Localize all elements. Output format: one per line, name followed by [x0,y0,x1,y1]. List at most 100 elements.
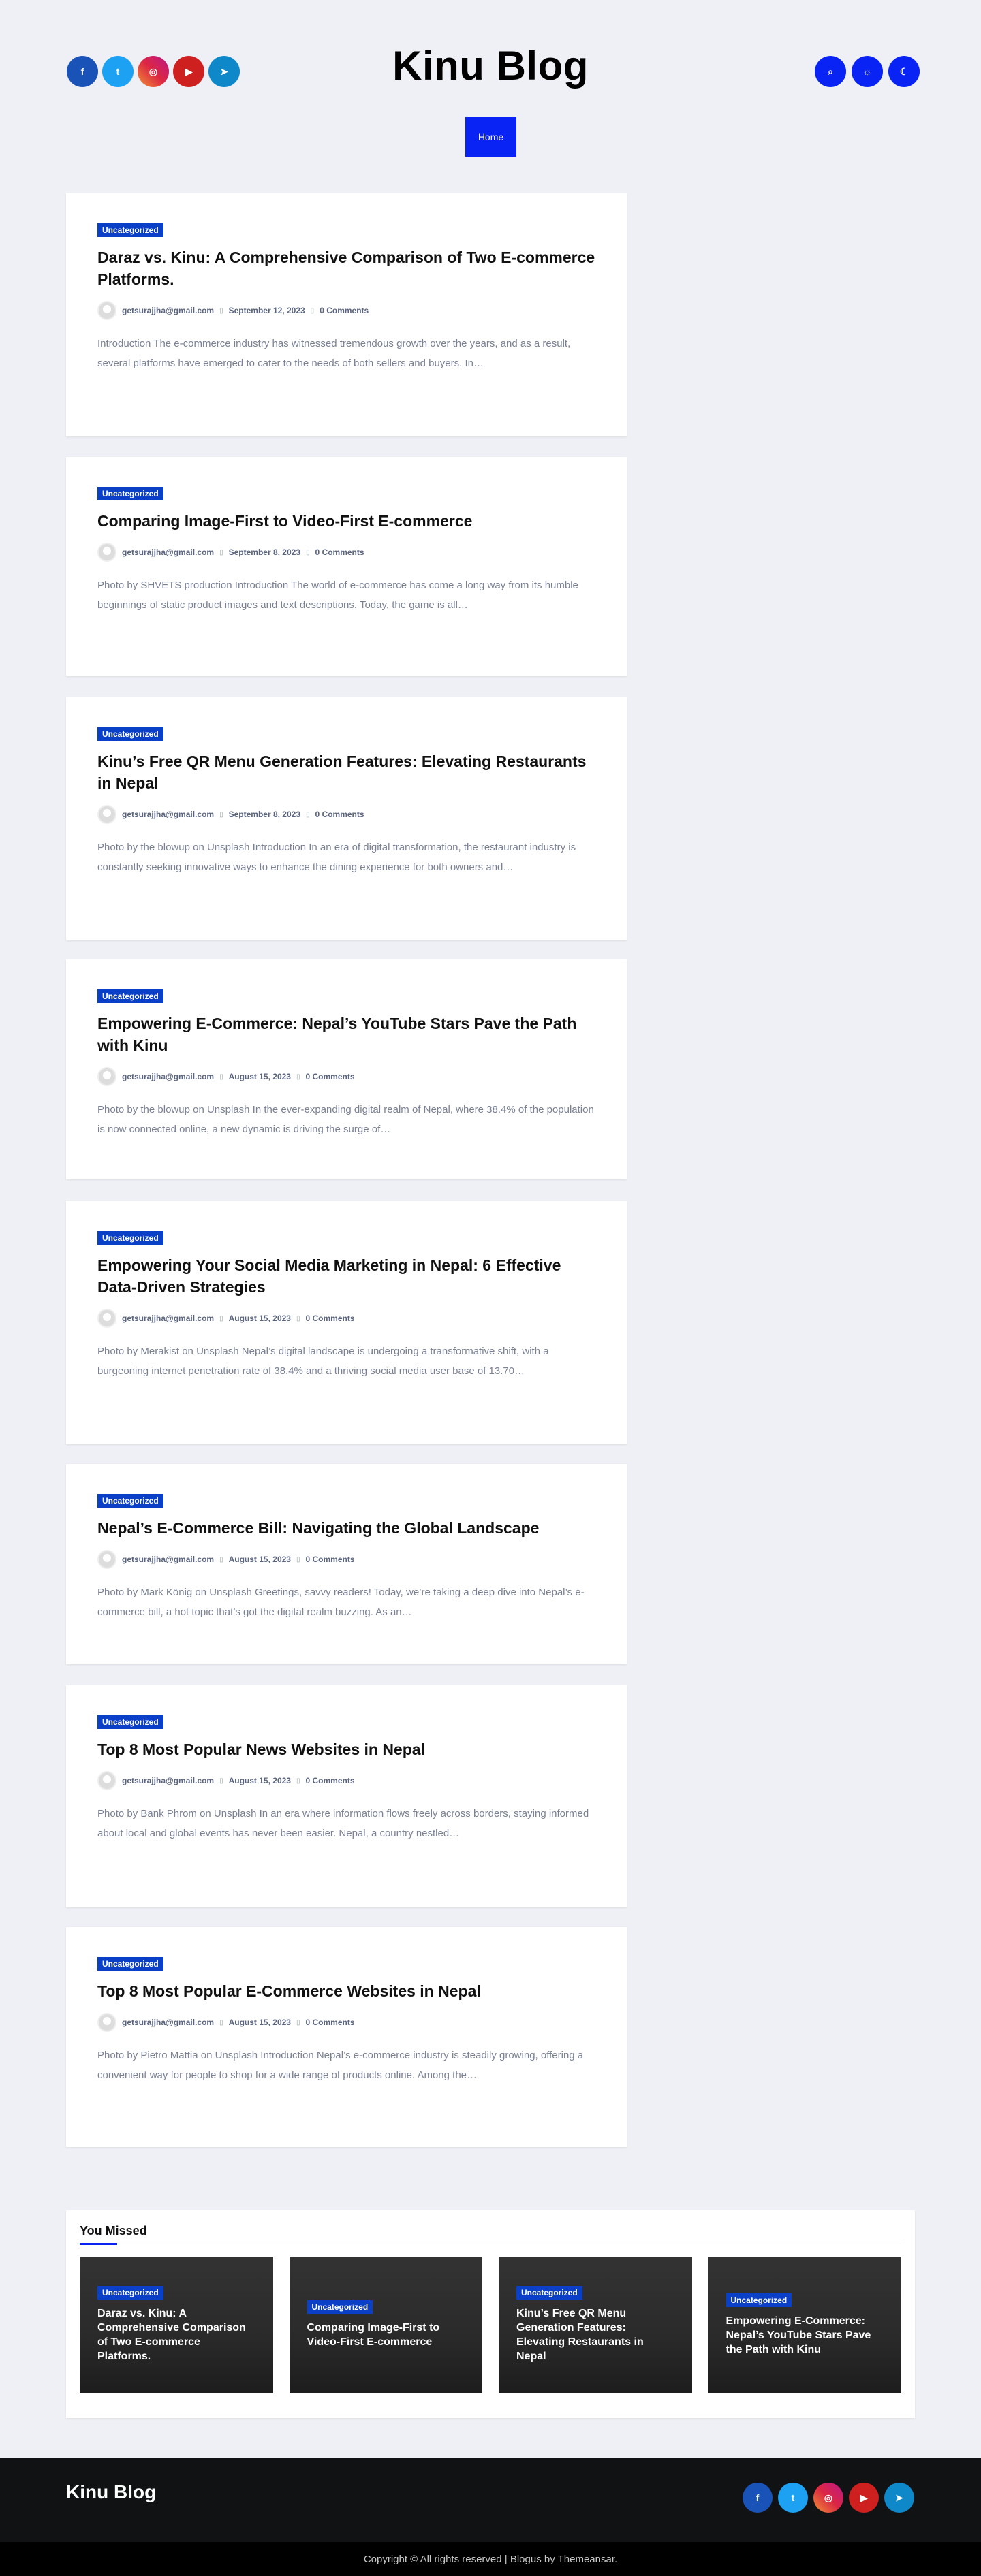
category-badge[interactable]: Uncategorized [726,2293,792,2307]
post-author[interactable]: getsurajjha@gmail.com [122,306,214,315]
post-meta: getsurajjha@gmail.com ▯ August 15, 2023 … [97,2013,595,2032]
category-badge[interactable]: Uncategorized [307,2300,373,2314]
instagram-icon[interactable]: ◎ [813,2483,843,2513]
category-badge[interactable]: Uncategorized [97,1231,164,1245]
post-excerpt: Photo by the blowup on Unsplash Introduc… [97,842,576,873]
post-author[interactable]: getsurajjha@gmail.com [122,1314,214,1323]
post-card: Uncategorized Daraz vs. Kinu: A Comprehe… [66,193,627,436]
post-date[interactable]: August 15, 2023 [229,2018,291,2027]
comment-icon: ▯ [296,1555,300,1563]
post-date[interactable]: August 15, 2023 [229,1776,291,1785]
post-excerpt: Introduction The e-commerce industry has… [97,338,571,369]
post-author[interactable]: getsurajjha@gmail.com [122,1072,214,1081]
comment-icon: ▯ [296,1777,300,1785]
avatar[interactable] [97,543,116,562]
calendar-icon: ▯ [219,306,223,315]
post-comments[interactable]: 0 Comments [320,306,369,315]
post-title[interactable]: Kinu’s Free QR Menu Generation Features:… [97,750,595,794]
avatar[interactable] [97,1067,116,1086]
avatar[interactable] [97,2013,116,2032]
calendar-icon: ▯ [219,548,223,556]
avatar[interactable] [97,301,116,320]
post-comments[interactable]: 0 Comments [305,2018,354,2027]
post-author[interactable]: getsurajjha@gmail.com [122,1776,214,1785]
category-badge[interactable]: Uncategorized [97,1957,164,1971]
post-card: Uncategorized Kinu’s Free QR Menu Genera… [66,697,627,940]
category-badge[interactable]: Uncategorized [97,223,164,237]
post-meta: getsurajjha@gmail.com ▯ September 8, 202… [97,805,595,824]
copyright-text: Copyright © All rights reserved | Blogus… [0,2542,981,2576]
post-title[interactable]: Comparing Image-First to Video-First E-c… [97,510,595,532]
post-excerpt: Photo by the blowup on Unsplash In the e… [97,1104,594,1135]
comment-icon: ▯ [306,548,310,556]
post-date[interactable]: September 12, 2023 [229,306,305,315]
you-missed-cards: Uncategorized Daraz vs. Kinu: A Comprehe… [80,2257,901,2393]
post-title[interactable]: Top 8 Most Popular E-Commerce Websites i… [97,1980,595,2002]
post-date[interactable]: September 8, 2023 [229,547,300,557]
missed-card-title[interactable]: Kinu’s Free QR Menu Generation Features:… [516,2306,674,2364]
missed-card[interactable]: Uncategorized Empowering E-Commerce: Nep… [708,2257,901,2393]
nav-item-home[interactable]: Home [465,117,516,157]
avatar[interactable] [97,805,116,824]
post-author[interactable]: getsurajjha@gmail.com [122,1555,214,1564]
category-badge[interactable]: Uncategorized [97,989,164,1003]
calendar-icon: ▯ [219,1777,223,1785]
missed-card-title[interactable]: Daraz vs. Kinu: A Comprehensive Comparis… [97,2306,255,2364]
calendar-icon: ▯ [219,1555,223,1563]
category-badge[interactable]: Uncategorized [516,2286,582,2300]
post-author[interactable]: getsurajjha@gmail.com [122,2018,214,2027]
header-actions: ⌕ ☼ ☾ [815,56,920,87]
footer-title[interactable]: Kinu Blog [66,2481,156,2503]
missed-card[interactable]: Uncategorized Kinu’s Free QR Menu Genera… [499,2257,692,2393]
post-comments[interactable]: 0 Comments [305,1072,354,1081]
category-badge[interactable]: Uncategorized [97,727,164,741]
twitter-icon[interactable]: t [778,2483,808,2513]
category-badge[interactable]: Uncategorized [97,1494,164,1508]
light-mode-icon[interactable]: ☼ [852,56,883,87]
avatar[interactable] [97,1550,116,1569]
avatar[interactable] [97,1771,116,1790]
post-title[interactable]: Daraz vs. Kinu: A Comprehensive Comparis… [97,247,595,290]
missed-card-title[interactable]: Empowering E-Commerce: Nepal’s YouTube S… [726,2314,884,2357]
avatar[interactable] [97,1309,116,1328]
facebook-icon[interactable]: f [743,2483,773,2513]
telegram-icon[interactable]: ➤ [884,2483,914,2513]
comment-icon: ▯ [296,1072,300,1081]
category-badge[interactable]: Uncategorized [97,2286,164,2300]
post-title[interactable]: Top 8 Most Popular News Websites in Nepa… [97,1738,595,1760]
post-comments[interactable]: 0 Comments [305,1555,354,1564]
post-date[interactable]: August 15, 2023 [229,1314,291,1323]
post-comments[interactable]: 0 Comments [305,1776,354,1785]
post-excerpt: Photo by SHVETS production Introduction … [97,579,578,611]
post-title[interactable]: Nepal’s E-Commerce Bill: Navigating the … [97,1517,595,1539]
post-date[interactable]: August 15, 2023 [229,1072,291,1081]
missed-card[interactable]: Uncategorized Daraz vs. Kinu: A Comprehe… [80,2257,273,2393]
post-comments[interactable]: 0 Comments [315,547,364,557]
post-card: Uncategorized Empowering Your Social Med… [66,1201,627,1444]
search-icon[interactable]: ⌕ [815,56,846,87]
calendar-icon: ▯ [219,2018,223,2026]
site-header: f t ◎ ▶ ➤ Kinu Blog ⌕ ☼ ☾ Home [0,0,981,176]
post-title[interactable]: Empowering Your Social Media Marketing i… [97,1254,595,1298]
post-excerpt: Photo by Pietro Mattia on Unsplash Intro… [97,2050,584,2081]
post-author[interactable]: getsurajjha@gmail.com [122,547,214,557]
post-card: Uncategorized Empowering E-Commerce: Nep… [66,959,627,1179]
category-badge[interactable]: Uncategorized [97,1715,164,1729]
post-meta: getsurajjha@gmail.com ▯ September 12, 20… [97,301,595,320]
category-badge[interactable]: Uncategorized [97,487,164,500]
post-title[interactable]: Empowering E-Commerce: Nepal’s YouTube S… [97,1013,595,1056]
post-author[interactable]: getsurajjha@gmail.com [122,810,214,819]
missed-card[interactable]: Uncategorized Comparing Image-First to V… [289,2257,482,2393]
post-excerpt: Photo by Bank Phrom on Unsplash In an er… [97,1808,589,1839]
post-card: Uncategorized Nepal’s E-Commerce Bill: N… [66,1464,627,1664]
calendar-icon: ▯ [219,810,223,818]
post-date[interactable]: September 8, 2023 [229,810,300,819]
post-date[interactable]: August 15, 2023 [229,1555,291,1564]
post-comments[interactable]: 0 Comments [315,810,364,819]
site-footer: Kinu Blog f t ◎ ▶ ➤ [0,2458,981,2542]
dark-mode-icon[interactable]: ☾ [888,56,920,87]
footer-social-links: f t ◎ ▶ ➤ [743,2483,914,2513]
youtube-icon[interactable]: ▶ [849,2483,879,2513]
missed-card-title[interactable]: Comparing Image-First to Video-First E-c… [307,2321,465,2349]
post-comments[interactable]: 0 Comments [305,1314,354,1323]
